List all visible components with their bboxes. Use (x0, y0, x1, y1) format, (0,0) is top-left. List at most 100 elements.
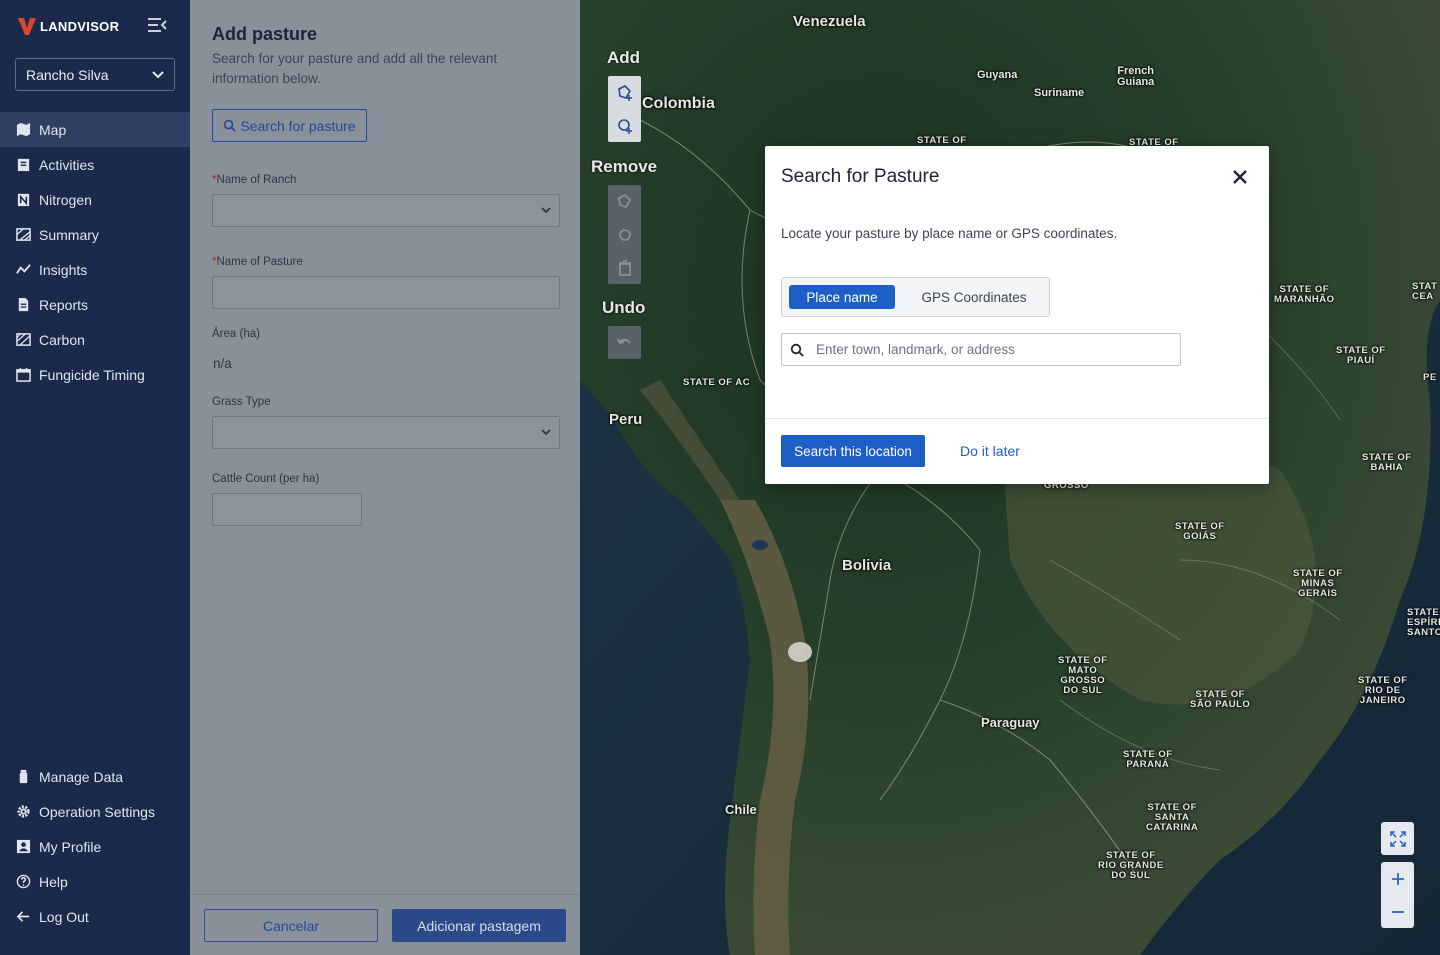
map-label-state-top-1: STATE OF (917, 135, 967, 146)
sidebar-item-operation-settings[interactable]: Operation Settings (0, 794, 190, 829)
ranch-name-label-text: Name of Ranch (216, 174, 297, 186)
zoom-out-button[interactable] (1381, 895, 1414, 928)
zoom-in-button[interactable] (1381, 862, 1414, 895)
sidebar-item-reports[interactable]: Reports (0, 287, 190, 322)
map-label-paraguay: Paraguay (981, 715, 1040, 730)
sidebar-item-summary[interactable]: Summary (0, 217, 190, 252)
carbon-icon (16, 333, 31, 346)
map-label-state-maranhao: STATE OF MARANHÃO (1274, 284, 1335, 305)
undo-button[interactable] (608, 326, 641, 359)
cattle-count-field[interactable] (212, 493, 362, 526)
chevron-down-icon (152, 70, 164, 78)
map-label-state-santa-catarina: STATE OF SANTA CATARINA (1146, 802, 1199, 833)
sidebar-item-log-out[interactable]: Log Out (0, 899, 190, 934)
fullscreen-button[interactable] (1381, 822, 1414, 855)
sidebar-item-carbon[interactable]: Carbon (0, 322, 190, 357)
undo-icon (616, 338, 631, 344)
map-label-guyana: Guyana (977, 69, 1018, 81)
search-icon (224, 119, 237, 132)
sidebar-item-label: Nitrogen (39, 191, 92, 208)
add-polygon-button[interactable] (608, 76, 641, 109)
draw-polygon-icon (617, 84, 632, 101)
area-label: Área (ha) (212, 328, 260, 340)
close-icon[interactable] (1231, 168, 1249, 186)
map-label-colombia: Colombia (642, 95, 715, 112)
map-label-state-mato-grosso-do-sul: STATE OF MATO GROSSO DO SUL (1058, 655, 1108, 696)
tab-place-name[interactable]: Place name (789, 285, 895, 309)
sidebar-item-label: Fungicide Timing (39, 366, 145, 383)
remove-tools-label: Remove (591, 157, 658, 176)
dialog-description: Locate your pasture by place name or GPS… (781, 226, 1118, 241)
delete-button[interactable] (608, 251, 641, 284)
zoom-controls (1381, 862, 1414, 928)
clipboard-icon (17, 158, 30, 172)
sidebar-item-label: Summary (39, 226, 99, 243)
logout-icon (16, 911, 30, 922)
ranch-selector-value: Rancho Silva (26, 66, 109, 83)
logo-text: LANDVISOR (40, 18, 120, 34)
add-pasture-button[interactable]: Adicionar pastagem (392, 909, 566, 942)
sidebar-item-label: Reports (39, 296, 89, 313)
cancel-button[interactable]: Cancelar (204, 909, 378, 942)
grass-type-select[interactable] (212, 416, 560, 449)
sidebar-item-map[interactable]: Map (0, 112, 190, 147)
chevron-down-icon (541, 429, 551, 436)
map-icon (16, 122, 31, 137)
sidebar-item-label: Log Out (39, 908, 89, 925)
cattle-count-label: Cattle Count (per ha) (212, 473, 320, 485)
gear-icon (17, 805, 30, 818)
pasture-name-label: *Name of Pasture (212, 256, 303, 268)
map-label-venezuela: Venezuela (793, 13, 866, 30)
tab-gps-coordinates[interactable]: GPS Coordinates (904, 285, 1044, 309)
sidebar-item-label: Map (39, 121, 67, 138)
sidebar: LANDVISOR Rancho Silva Map Activities Ni… (0, 0, 190, 955)
minus-icon (1391, 910, 1404, 913)
sidebar-item-nitrogen[interactable]: Nitrogen (0, 182, 190, 217)
sidebar-item-my-profile[interactable]: My Profile (0, 829, 190, 864)
map-label-bolivia: Bolivia (842, 557, 892, 574)
map-label-state-ceara: STAT CEA (1412, 281, 1438, 302)
map-label-state-espirito-santo: STATE ESPÍRITO SANTO (1407, 607, 1440, 638)
grass-type-label: Grass Type (212, 396, 271, 408)
collapse-menu-icon[interactable] (146, 16, 168, 34)
place-search-input[interactable] (816, 342, 1156, 357)
trash-icon (618, 259, 631, 276)
map-label-state-minas-gerais: STATE OF MINAS GERAIS (1293, 568, 1343, 599)
dialog-divider (765, 418, 1269, 419)
sidebar-item-manage-data[interactable]: Manage Data (0, 759, 190, 794)
map-label-french-guiana: French Guiana (1117, 65, 1155, 88)
area-value: n/a (213, 356, 232, 371)
remove-polygon-button[interactable] (608, 185, 641, 218)
add-tools (608, 76, 641, 142)
search-pasture-dialog: Search for Pasture Locate your pasture b… (765, 146, 1269, 484)
do-it-later-button[interactable]: Do it later (960, 435, 1020, 467)
sidebar-item-activities[interactable]: Activities (0, 147, 190, 182)
map-label-state-acre: STATE OF AC (683, 377, 751, 388)
map-label-peru: Peru (609, 411, 643, 428)
panel-footer: Cancelar Adicionar pastagem (190, 894, 580, 955)
sidebar-item-label: Help (39, 873, 68, 890)
undo-tools (608, 326, 641, 359)
sidebar-item-insights[interactable]: Insights (0, 252, 190, 287)
map-label-state-goias: STATE OF GOIÁS (1175, 521, 1225, 542)
profile-icon (16, 839, 31, 854)
remove-polygon-icon (617, 193, 631, 208)
map-label-suriname: Suriname (1034, 87, 1085, 99)
sidebar-item-fungicide-timing[interactable]: Fungicide Timing (0, 357, 190, 392)
sidebar-item-help[interactable]: Help (0, 864, 190, 899)
add-circle-button[interactable] (608, 109, 641, 142)
chevron-down-icon (541, 207, 551, 214)
remove-circle-button[interactable] (608, 218, 641, 251)
sidebar-item-label: My Profile (39, 838, 102, 855)
data-icon (19, 769, 28, 784)
sidebar-item-label: Carbon (39, 331, 85, 348)
search-this-location-button[interactable]: Search this location (781, 435, 925, 467)
fullscreen-icon (1389, 830, 1406, 847)
ranch-name-label: *Name of Ranch (212, 174, 296, 186)
pasture-name-field[interactable] (212, 276, 560, 309)
ranch-selector[interactable]: Rancho Silva (15, 58, 175, 91)
ranch-name-select[interactable] (212, 194, 560, 227)
map-label-state-sao-paulo: STATE OF SÃO PAULO (1190, 689, 1251, 710)
plus-icon (1391, 872, 1404, 885)
search-for-pasture-button[interactable]: Search for pasture (212, 109, 367, 142)
